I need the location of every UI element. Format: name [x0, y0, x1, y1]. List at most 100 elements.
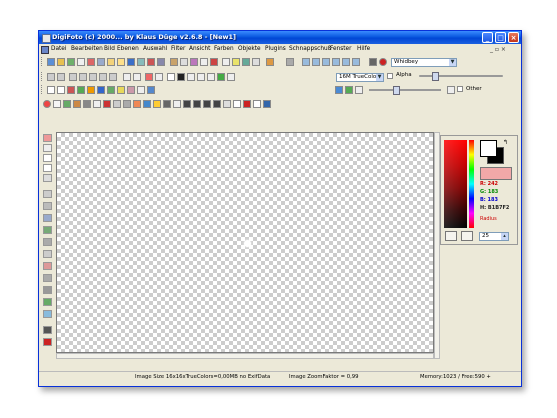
gradient-tool-icon[interactable] [43, 310, 52, 318]
pencil-icon[interactable] [77, 86, 85, 94]
filter-icon[interactable] [77, 58, 85, 66]
undo-icon[interactable] [232, 58, 240, 66]
delete-icon[interactable] [210, 58, 218, 66]
red-channel-icon[interactable] [103, 100, 111, 108]
menu-farben[interactable]: Farben [214, 45, 234, 54]
view-a-icon[interactable] [167, 73, 175, 81]
menu-bearbeiten[interactable]: Bearbeiten [71, 45, 103, 54]
lasso-tool-icon[interactable] [43, 164, 52, 172]
maximize-button[interactable]: □ [495, 32, 506, 43]
spinner-icon[interactable]: ▴ [501, 233, 508, 240]
sharpen-icon[interactable] [123, 100, 131, 108]
flip-h-icon[interactable] [69, 73, 77, 81]
open-icon[interactable] [57, 58, 65, 66]
paste-new-icon[interactable] [200, 58, 208, 66]
tool-c-icon[interactable] [322, 58, 330, 66]
menu-filter[interactable]: Filter [171, 45, 185, 54]
chevron-down-icon[interactable]: ▼ [376, 74, 383, 81]
rect-select-icon[interactable] [47, 86, 55, 94]
tool-a-icon[interactable] [302, 58, 310, 66]
pencil-tool-icon[interactable] [43, 202, 52, 210]
hand-tool-icon[interactable] [43, 134, 52, 142]
view-d-icon[interactable] [197, 73, 205, 81]
select-tool-icon[interactable] [43, 154, 52, 162]
ellipse-icon[interactable] [107, 86, 115, 94]
text-icon[interactable] [117, 86, 125, 94]
resize-icon[interactable] [89, 73, 97, 81]
wave-icon[interactable] [183, 100, 191, 108]
print-icon[interactable] [147, 58, 155, 66]
help-icon[interactable] [266, 58, 274, 66]
menu-hilfe[interactable]: Hilfe [357, 45, 370, 54]
open-folder-icon[interactable] [117, 58, 125, 66]
menu-ansicht[interactable]: Ansicht [189, 45, 210, 54]
chevron-down-icon[interactable]: ▼ [449, 59, 456, 66]
rotate-right-icon[interactable] [57, 73, 65, 81]
grid-icon[interactable] [87, 58, 95, 66]
menu-fenster[interactable]: Fenster [330, 45, 352, 54]
record-icon[interactable] [379, 58, 387, 66]
capture-button[interactable] [445, 231, 457, 241]
history-icon[interactable] [252, 58, 260, 66]
arrows-icon[interactable] [123, 73, 131, 81]
menu-bild[interactable]: Bild [104, 45, 115, 54]
other-checkbox[interactable] [457, 86, 463, 92]
save-icon[interactable] [127, 58, 135, 66]
contrast-icon[interactable] [73, 100, 81, 108]
tool-f-icon[interactable] [352, 58, 360, 66]
cut-icon[interactable] [170, 58, 178, 66]
zoom-tool-icon[interactable] [43, 144, 52, 152]
size-slider-thumb[interactable] [393, 86, 400, 95]
smudge-tool-icon[interactable] [43, 238, 52, 246]
view-f-icon[interactable] [217, 73, 225, 81]
rect-icon[interactable] [97, 86, 105, 94]
line-tool-icon[interactable] [43, 274, 52, 282]
horizontal-scrollbar[interactable] [56, 353, 434, 359]
move-icon[interactable] [133, 73, 141, 81]
eyedropper-tool-icon[interactable] [43, 326, 52, 334]
levels-icon[interactable] [53, 100, 61, 108]
font-select[interactable]: Whidbey ▼ [391, 58, 457, 67]
noise-icon[interactable] [153, 100, 161, 108]
tool-b-icon[interactable] [312, 58, 320, 66]
color-spectrum[interactable] [444, 140, 467, 228]
select-all-icon[interactable] [222, 58, 230, 66]
view-g-icon[interactable] [227, 73, 235, 81]
edge-icon[interactable] [163, 100, 171, 108]
eraser-icon[interactable] [137, 86, 145, 94]
flip-v-icon[interactable] [79, 73, 87, 81]
rotate-left-icon[interactable] [47, 73, 55, 81]
brush-tip-icon[interactable] [447, 86, 455, 94]
twirl-icon[interactable] [203, 100, 211, 108]
ripple-icon[interactable] [213, 100, 221, 108]
red-eye-icon[interactable] [243, 100, 251, 108]
grid-toggle-icon[interactable] [345, 86, 353, 94]
toolbar-grip[interactable] [41, 72, 44, 81]
blur-icon[interactable] [133, 100, 141, 108]
grayscale-icon[interactable] [113, 100, 121, 108]
pen-icon[interactable] [67, 86, 75, 94]
tool-e-icon[interactable] [342, 58, 350, 66]
view-c-icon[interactable] [187, 73, 195, 81]
frame-icon[interactable] [223, 100, 231, 108]
minimize-button[interactable]: _ [482, 32, 493, 43]
folder-icon[interactable] [107, 58, 115, 66]
toolbar-grip[interactable] [41, 57, 44, 66]
redo-icon[interactable] [242, 58, 250, 66]
color-tool-icon[interactable] [43, 338, 52, 346]
clone-tool-icon[interactable] [43, 250, 52, 258]
menu-datei[interactable]: Datei [51, 45, 66, 54]
save-as-icon[interactable] [137, 58, 145, 66]
layers-icon[interactable] [97, 58, 105, 66]
brush-tool-icon[interactable] [43, 214, 52, 222]
canvas-icon[interactable] [109, 73, 117, 81]
invert-icon[interactable] [93, 100, 101, 108]
color-wheel-icon[interactable] [43, 100, 51, 108]
preview-icon[interactable] [157, 58, 165, 66]
emboss-icon[interactable] [143, 100, 151, 108]
pointer-tool-icon[interactable] [43, 174, 52, 182]
document-window-controls[interactable]: _ ▫ × [490, 45, 506, 54]
menu-auswahl[interactable]: Auswahl [143, 45, 167, 54]
view-e-icon[interactable] [207, 73, 215, 81]
alpha-slider-thumb[interactable] [432, 72, 439, 81]
